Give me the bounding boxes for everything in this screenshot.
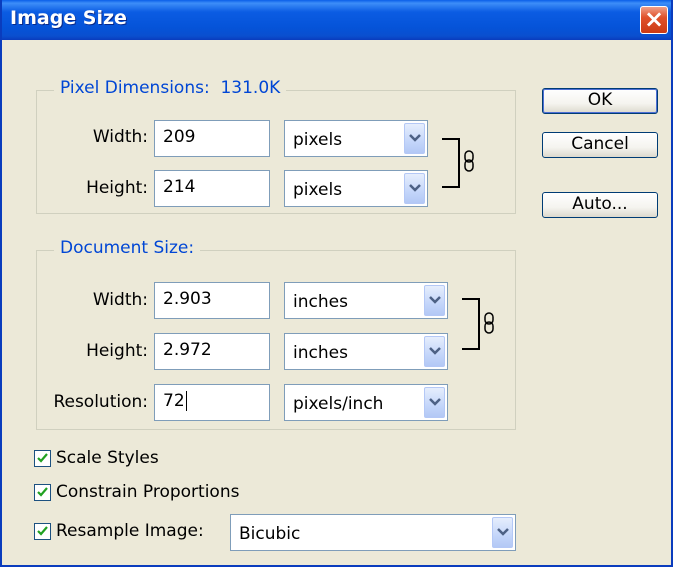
- cancel-button[interactable]: Cancel: [542, 132, 658, 158]
- doc-width-unit-select[interactable]: inches: [284, 282, 448, 319]
- pixel-width-label: Width:: [92, 127, 148, 147]
- auto-button[interactable]: Auto...: [542, 192, 658, 218]
- pixel-width-unit-select[interactable]: pixels: [284, 120, 428, 157]
- scale-styles-checkbox[interactable]: [34, 450, 51, 467]
- resolution-unit-select[interactable]: pixels/inch: [284, 384, 448, 421]
- doc-height-input[interactable]: 2.972: [154, 333, 270, 370]
- pixel-height-label: Height:: [86, 178, 148, 198]
- doc-width-input[interactable]: 2.903: [154, 282, 270, 319]
- chevron-down-icon[interactable]: [424, 336, 445, 367]
- chevron-down-icon[interactable]: [492, 517, 513, 548]
- pixel-dimensions-size: 131.0K: [220, 78, 281, 98]
- chevron-down-icon[interactable]: [424, 387, 445, 418]
- resample-image-label[interactable]: Resample Image:: [56, 521, 204, 541]
- doc-width-label: Width:: [92, 290, 148, 310]
- window-title: Image Size: [10, 7, 127, 29]
- doc-constrain-bracket: [462, 298, 480, 350]
- scale-styles-label[interactable]: Scale Styles: [56, 448, 159, 468]
- constrain-proportions-label[interactable]: Constrain Proportions: [56, 482, 239, 502]
- close-button[interactable]: ×: [640, 5, 668, 34]
- image-size-dialog: Image Size × Pixel Dimensions: 131.0K Wi…: [0, 0, 673, 567]
- constrain-proportions-checkbox[interactable]: [34, 484, 51, 501]
- title-bar[interactable]: Image Size ×: [2, 0, 671, 40]
- resolution-input[interactable]: 72: [154, 384, 270, 421]
- checkmark-icon: [37, 487, 48, 497]
- pixel-width-input[interactable]: 209: [154, 120, 270, 157]
- resample-method-select[interactable]: Bicubic: [230, 514, 516, 551]
- chevron-down-icon[interactable]: [404, 173, 425, 204]
- checkmark-icon: [37, 453, 48, 463]
- close-icon: ×: [643, 5, 665, 33]
- resample-image-checkbox[interactable]: [34, 523, 51, 540]
- ok-button[interactable]: OK: [542, 88, 658, 114]
- resolution-label: Resolution:: [53, 392, 148, 412]
- doc-height-unit-select[interactable]: inches: [284, 333, 448, 370]
- chevron-down-icon[interactable]: [424, 285, 445, 316]
- chain-link-icon: [484, 312, 494, 339]
- checkmark-icon: [37, 526, 48, 536]
- pixel-constrain-bracket: [442, 138, 460, 188]
- document-size-label: Document Size:: [54, 238, 201, 258]
- pixel-height-input[interactable]: 214: [154, 170, 270, 207]
- pixel-height-unit-select[interactable]: pixels: [284, 170, 428, 207]
- chevron-down-icon[interactable]: [404, 123, 425, 154]
- doc-height-label: Height:: [86, 341, 148, 361]
- chain-link-icon: [464, 150, 474, 177]
- pixel-dimensions-label: Pixel Dimensions: 131.0K: [54, 78, 287, 98]
